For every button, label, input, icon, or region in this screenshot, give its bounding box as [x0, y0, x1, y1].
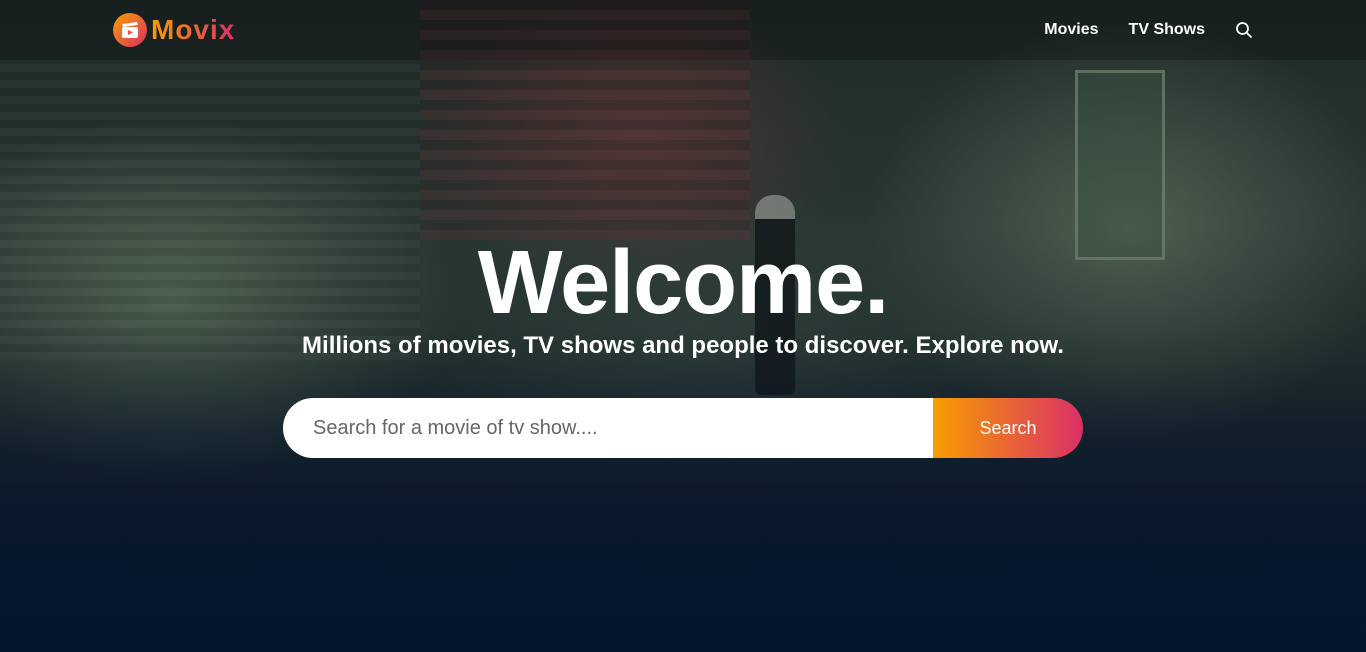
clapperboard-icon [113, 13, 147, 47]
logo[interactable]: Movix [113, 13, 235, 47]
site-header: Movix Movies TV Shows [0, 0, 1366, 60]
search-icon[interactable] [1235, 21, 1253, 39]
nav-item-tv-shows[interactable]: TV Shows [1129, 21, 1205, 39]
hero-title: Welcome. [477, 233, 889, 333]
hero-section: Welcome. Millions of movies, TV shows an… [0, 238, 1366, 458]
nav-item-movies[interactable]: Movies [1044, 21, 1098, 39]
main-nav: Movies TV Shows [1044, 21, 1253, 39]
logo-text: Movix [151, 14, 236, 45]
hero-subtitle: Millions of movies, TV shows and people … [302, 332, 1064, 359]
search-button[interactable]: Search [933, 398, 1083, 458]
search-input[interactable] [283, 398, 933, 458]
hero-search-bar: Search [283, 398, 1083, 458]
